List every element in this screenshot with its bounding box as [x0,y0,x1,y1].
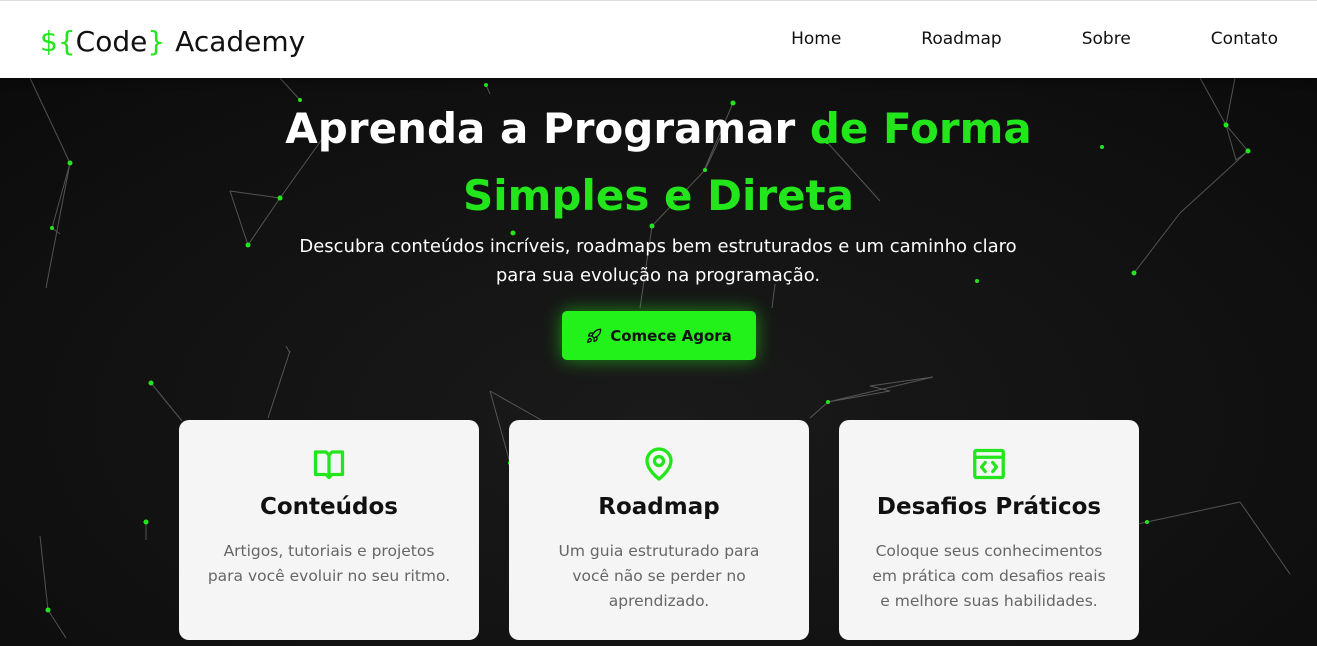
nav-link-sobre[interactable]: Sobre [1082,29,1131,49]
comece-agora-button[interactable]: Comece Agora [562,311,756,360]
hero-subtitle-line-1: Descubra conteúdos incríveis, roadmaps b… [299,236,1017,257]
rocket-icon [587,328,602,343]
logo[interactable]: $ { Code } Academy [40,21,305,61]
hero-title-green-2: Simples e Direta [463,171,854,220]
logo-code: Code [75,24,148,58]
hero-title: Aprenda a Programar de Forma Simples e D… [0,95,1317,229]
logo-brace-open: { [57,24,76,58]
card-conteudos[interactable]: Conteúdos Artigos, tutoriais e projetos … [179,420,479,640]
nav-link-home[interactable]: Home [791,29,841,49]
logo-brace-close: } [147,24,166,58]
nav-link-contato[interactable]: Contato [1211,29,1278,49]
card-title: Roadmap [598,494,720,520]
card-text: Artigos, tutoriais e projetos para você … [207,542,451,585]
card-text: Um guia estruturado para você não se per… [558,542,760,610]
logo-dollar: $ [40,24,58,58]
open-book-icon [313,450,345,480]
logo-academy: Academy [175,24,306,58]
hero-title-green-1: de Forma [809,104,1032,153]
comece-agora-label: Comece Agora [610,326,732,345]
card-desafios-praticos[interactable]: Desafios Práticos Coloque seus conhecime… [839,420,1139,640]
card-title: Desafios Práticos [876,494,1102,520]
card-text: Coloque seus conhecimentos em prática co… [872,542,1106,610]
hero-subtitle: Descubra conteúdos incríveis, roadmaps b… [258,232,1058,290]
navbar: $ { Code } Academy Home Roadmap Sobre Co… [0,0,1317,78]
nav-link-roadmap[interactable]: Roadmap [921,29,1001,49]
card-roadmap[interactable]: Roadmap Um guia estruturado para você nã… [509,420,809,640]
nav-menu: Home Roadmap Sobre Contato [791,29,1278,49]
hero-subtitle-line-2: para sua evolução na programação. [495,265,821,286]
card-title: Conteúdos [260,494,398,520]
code-window-icon [973,448,1005,480]
hero-section: Aprenda a Programar de Forma Simples e D… [0,78,1317,646]
map-pin-icon [645,447,673,481]
hero-title-white: Aprenda a Programar [285,104,810,153]
